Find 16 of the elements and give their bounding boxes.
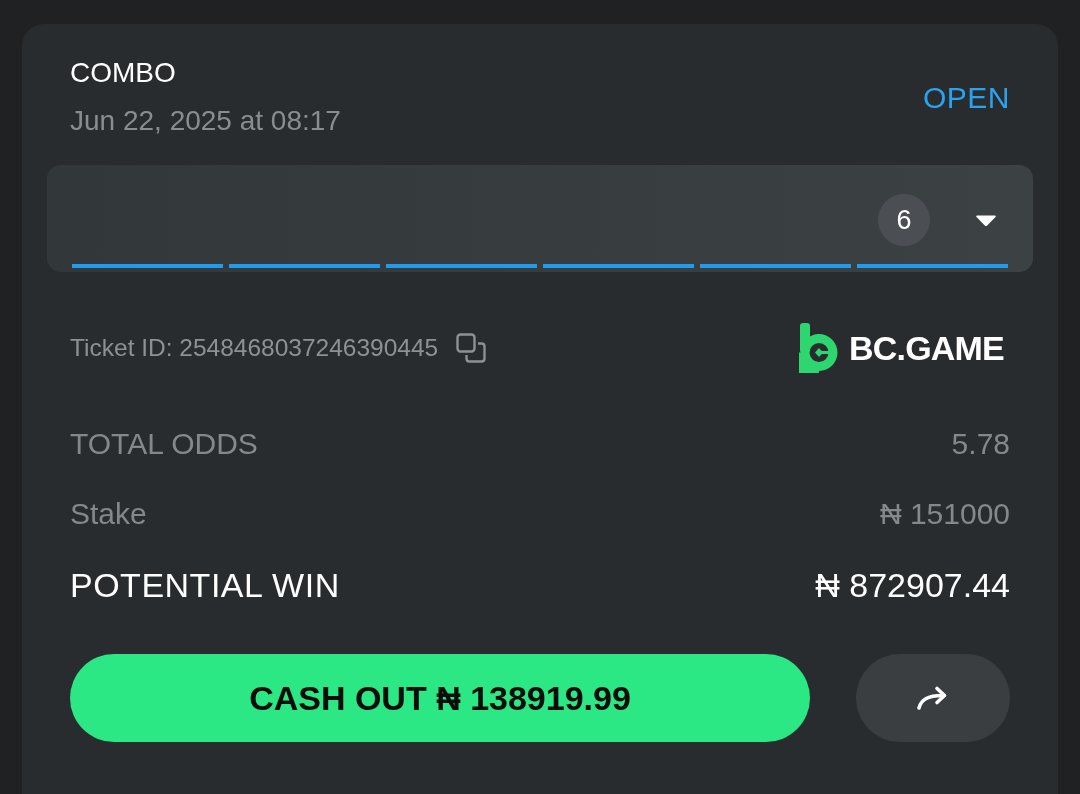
- legs-count: 6: [878, 194, 930, 246]
- status-label: OPEN: [922, 79, 1010, 116]
- logo-icon: [799, 323, 840, 373]
- ticket-id: Ticket ID: 2548468037246390445: [70, 332, 439, 363]
- summary-value: 5.78: [951, 425, 1010, 462]
- cash-out-button[interactable]: CASH OUT ₦ 138919.99: [70, 654, 810, 742]
- bet-type: COMBO: [70, 56, 177, 90]
- summary-label: Stake: [70, 495, 147, 532]
- summary-label: POTENTIAL WIN: [70, 564, 340, 606]
- copy-icon[interactable]: [456, 333, 487, 363]
- summary-value: ₦ 872907.44: [815, 564, 1010, 606]
- summary-label: TOTAL ODDS: [70, 425, 258, 462]
- summary-value: ₦ 151000: [879, 495, 1010, 532]
- brand-name: BC.GAME: [849, 327, 1004, 369]
- bet-date: Jun 22, 2025 at 08:17: [70, 104, 341, 138]
- legs-panel[interactable]: 6: [47, 165, 1033, 272]
